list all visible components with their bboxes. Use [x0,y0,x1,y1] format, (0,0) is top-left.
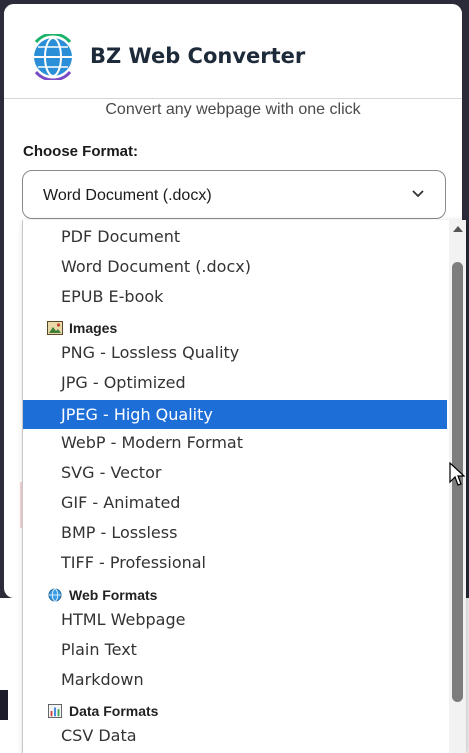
scroll-up-arrow-icon[interactable] [453,226,463,232]
option-svg[interactable]: SVG - Vector [23,460,447,486]
option-jpg[interactable]: JPG - Optimized [23,370,447,396]
app-title: BZ Web Converter [90,44,306,68]
chevron-down-icon [412,190,424,198]
group-web-formats: Web Formats [23,584,447,606]
format-dropdown-list[interactable]: PDF Document Word Document (.docx) EPUB … [22,220,466,753]
group-data-formats-label: Data Formats [69,703,159,719]
group-web-formats-label: Web Formats [69,587,158,603]
option-word-document[interactable]: Word Document (.docx) [23,254,447,280]
option-markdown[interactable]: Markdown [23,667,447,693]
background-edge [0,690,8,720]
option-plain-text[interactable]: Plain Text [23,637,447,663]
converter-logo-icon [34,34,72,80]
option-webp[interactable]: WebP - Modern Format [23,430,447,456]
option-pdf-document[interactable]: PDF Document [23,224,447,250]
globe-icon [48,588,62,602]
app-subtitle: Convert any webpage with one click [105,101,361,118]
option-html[interactable]: HTML Webpage [23,607,447,633]
popup-header: BZ Web Converter [4,4,462,99]
mouse-cursor-icon [449,462,465,486]
format-select[interactable]: Word Document (.docx) [22,170,446,219]
group-data-formats: Data Formats [23,700,447,722]
option-jpeg[interactable]: JPEG - High Quality [23,400,447,429]
option-bmp[interactable]: BMP - Lossless [23,520,447,546]
group-images: Images [23,317,447,339]
option-epub-ebook[interactable]: EPUB E-book [23,284,447,310]
option-tiff[interactable]: TIFF - Professional [23,550,447,576]
bar-chart-icon [48,704,62,718]
group-images-label: Images [69,320,118,336]
picture-icon [47,321,63,335]
format-select-value: Word Document (.docx) [43,187,212,204]
option-gif[interactable]: GIF - Animated [23,490,447,516]
option-csv[interactable]: CSV Data [23,723,447,749]
option-png[interactable]: PNG - Lossless Quality [23,340,447,366]
format-label: Choose Format: [23,143,139,160]
